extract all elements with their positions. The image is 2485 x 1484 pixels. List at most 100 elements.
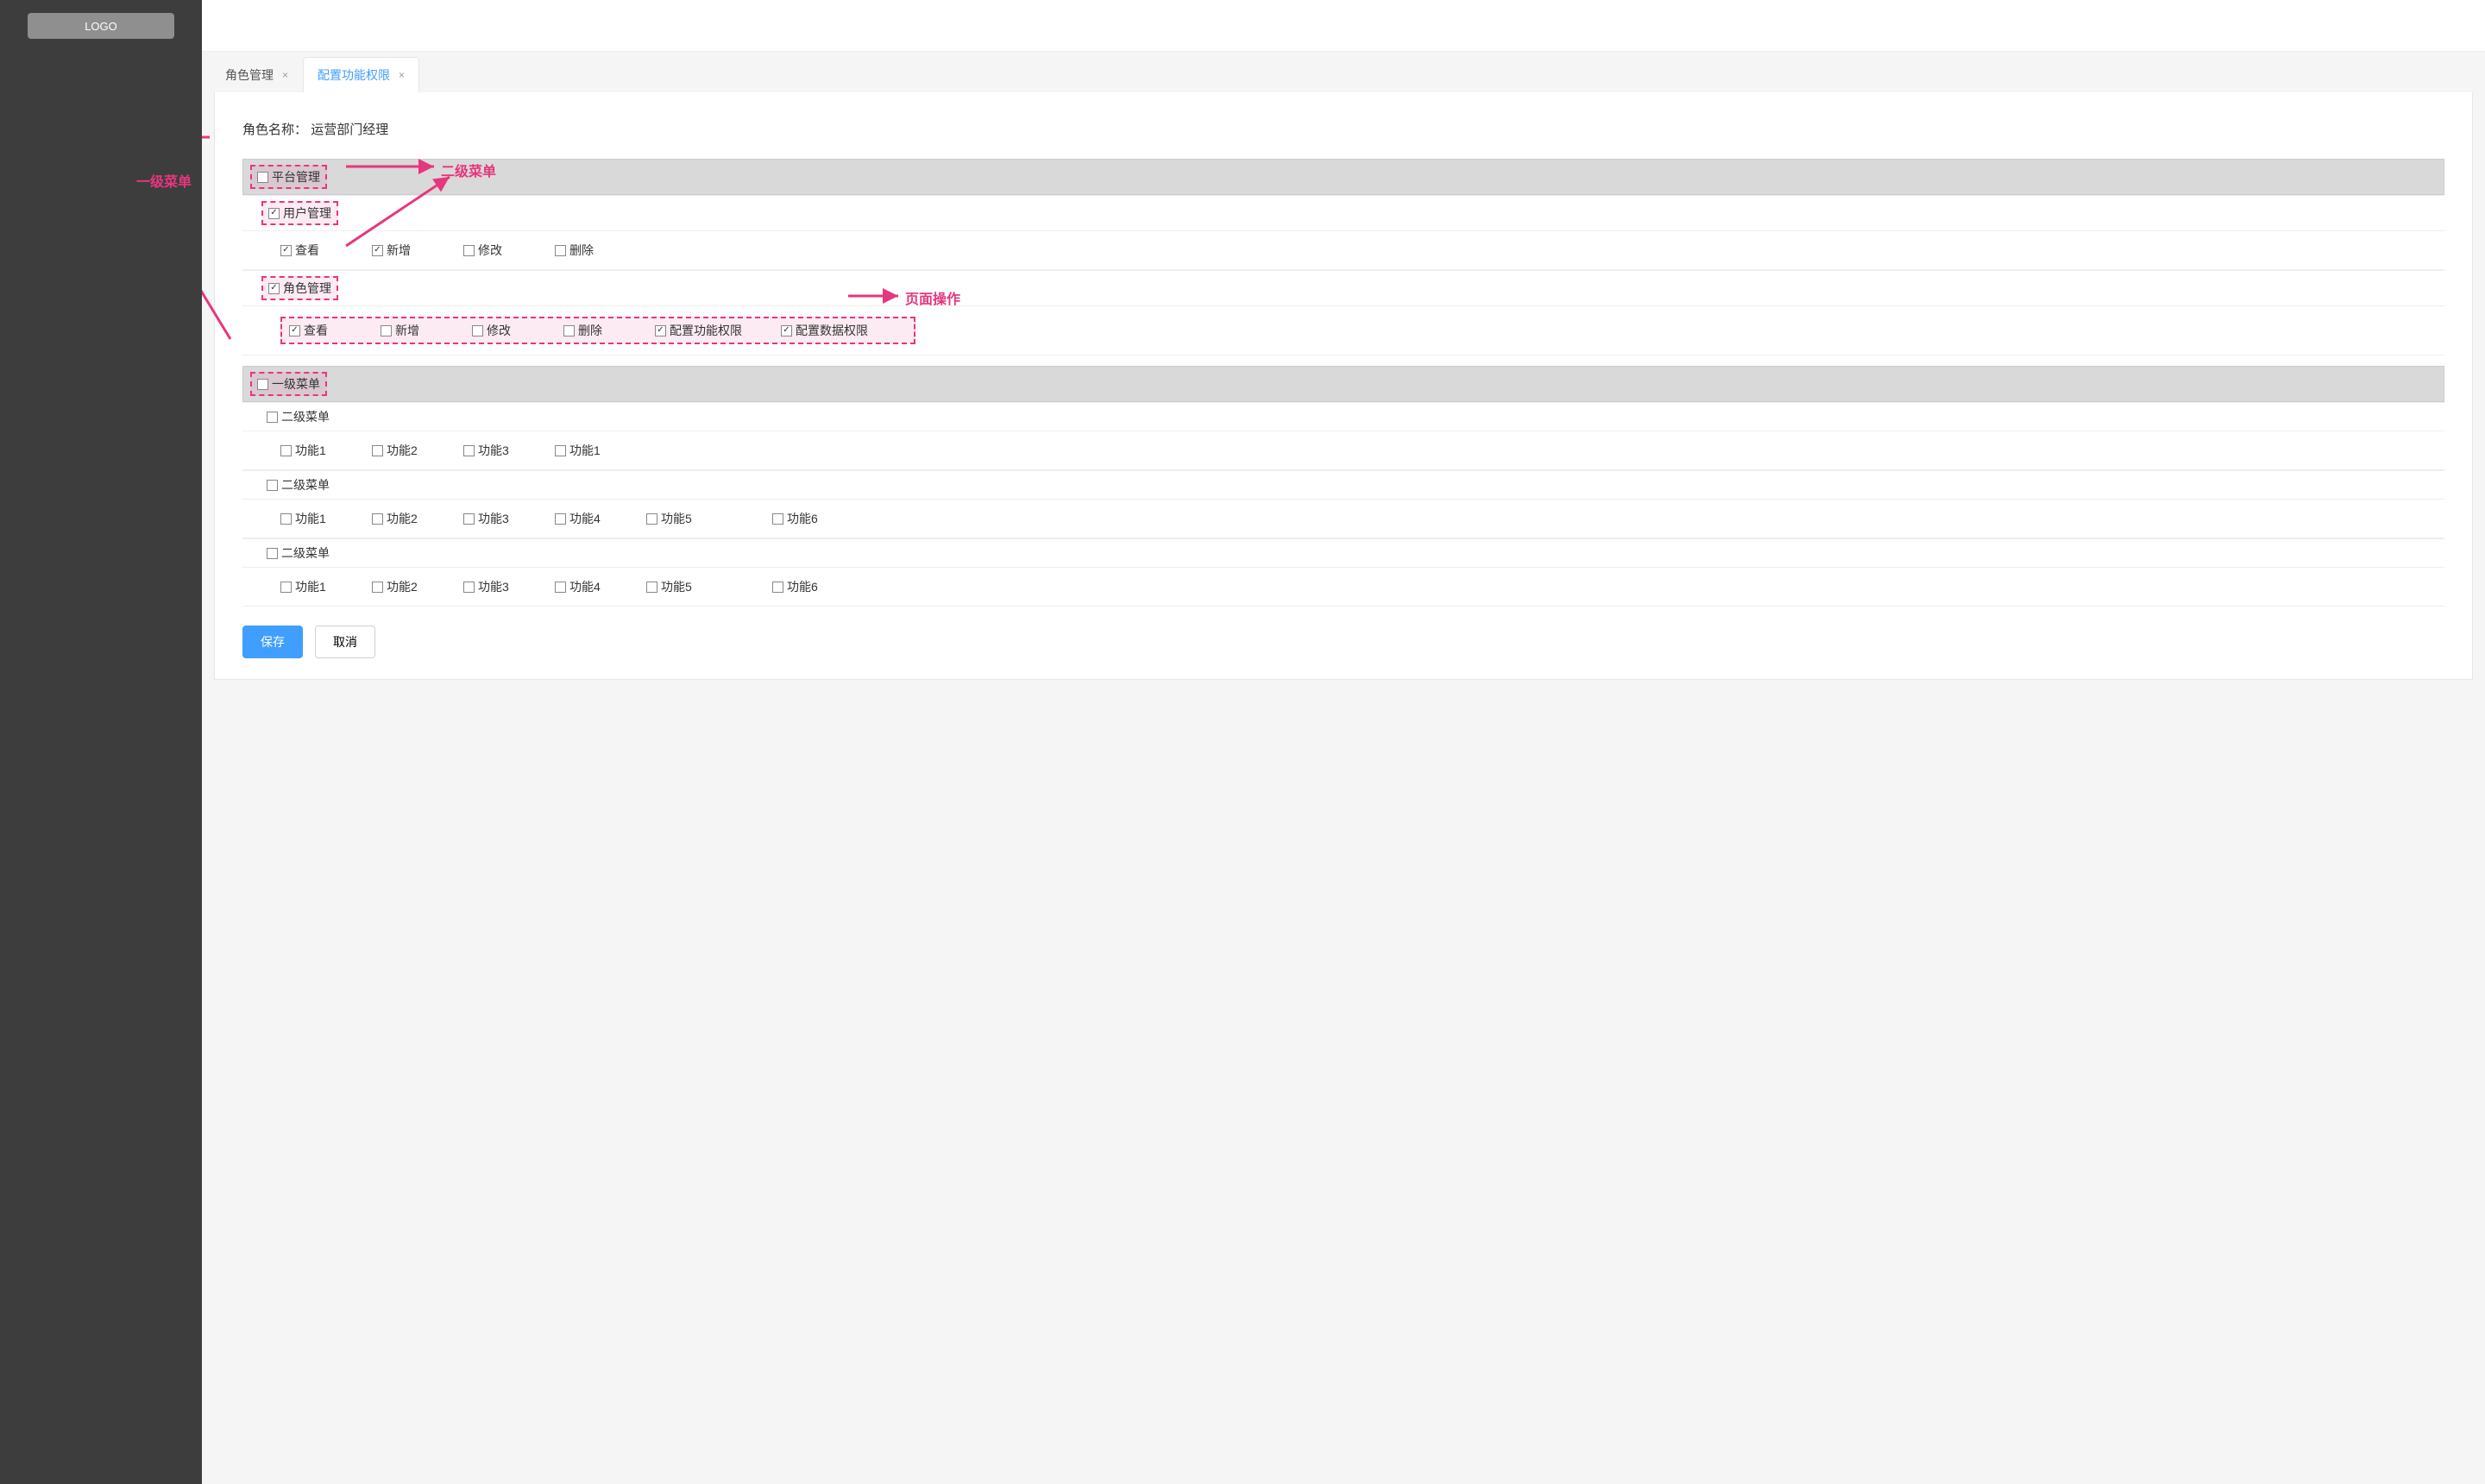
checkbox-icon[interactable] xyxy=(280,582,292,593)
checkbox-icon[interactable] xyxy=(555,245,566,256)
op-checkbox[interactable]: 删除 xyxy=(555,242,594,259)
checkbox-icon[interactable] xyxy=(289,325,300,336)
checkbox-icon[interactable] xyxy=(563,325,575,336)
op-checkbox[interactable]: 新增 xyxy=(372,242,411,259)
op-checkbox[interactable]: 查看 xyxy=(280,242,319,259)
checkbox-icon[interactable] xyxy=(772,582,783,593)
checkbox-icon[interactable] xyxy=(772,513,783,525)
op-checkbox[interactable]: 删除 xyxy=(563,322,602,339)
op-cell: 配置数据权限 xyxy=(781,322,907,339)
op-checkbox[interactable]: 功能4 xyxy=(555,578,601,595)
level2-row: 角色管理 xyxy=(242,270,2444,306)
ops-row: 功能1 功能2 功能3 功能4 功能5 功能6 xyxy=(242,500,2444,538)
tab-1[interactable]: 配置功能权限 × xyxy=(303,57,419,92)
op-checkbox[interactable]: 新增 xyxy=(381,322,419,339)
checkbox-icon[interactable] xyxy=(280,513,292,525)
checkbox-icon[interactable] xyxy=(267,548,278,559)
checkbox-label: 功能1 xyxy=(569,442,601,459)
op-checkbox[interactable]: 修改 xyxy=(463,242,502,259)
checkbox-label: 功能5 xyxy=(661,578,692,595)
op-cell: 功能2 xyxy=(372,510,463,527)
save-button[interactable]: 保存 xyxy=(242,626,303,658)
op-checkbox[interactable]: 功能5 xyxy=(646,578,692,595)
op-cell: 功能2 xyxy=(372,442,463,459)
level1-checkbox[interactable]: 平台管理 xyxy=(257,168,320,186)
op-cell: 功能3 xyxy=(463,510,555,527)
checkbox-icon[interactable] xyxy=(655,325,666,336)
op-checkbox[interactable]: 配置功能权限 xyxy=(655,322,742,339)
op-checkbox[interactable]: 查看 xyxy=(289,322,328,339)
checkbox-label: 删除 xyxy=(569,242,594,259)
checkbox-label: 新增 xyxy=(387,242,411,259)
op-checkbox[interactable]: 功能3 xyxy=(463,578,509,595)
checkbox-icon[interactable] xyxy=(257,172,268,183)
op-checkbox[interactable]: 功能1 xyxy=(280,578,326,595)
level2-checkbox[interactable]: 用户管理 xyxy=(268,204,331,222)
op-checkbox[interactable]: 功能2 xyxy=(372,578,418,595)
op-checkbox[interactable]: 功能3 xyxy=(463,510,509,527)
checkbox-icon[interactable] xyxy=(372,445,383,456)
op-cell: 新增 xyxy=(372,242,463,259)
checkbox-icon[interactable] xyxy=(646,582,657,593)
main: 角色管理×配置功能权限× 角色名称： 运营部门经理 平台管理用户管理查看新增修改… xyxy=(202,0,2485,1484)
op-cell: 功能6 xyxy=(772,578,898,595)
checkbox-icon[interactable] xyxy=(463,245,475,256)
tab-bar: 角色管理× 配置功能权限 × xyxy=(202,52,2485,92)
op-checkbox[interactable]: 功能6 xyxy=(772,510,818,527)
checkbox-icon[interactable] xyxy=(372,245,383,256)
tab-0[interactable]: 角色管理× xyxy=(211,57,303,92)
arrow-level1-2 xyxy=(202,135,232,343)
op-checkbox[interactable]: 功能3 xyxy=(463,442,509,459)
level1-checkbox[interactable]: 一级菜单 xyxy=(257,375,320,393)
checkbox-icon[interactable] xyxy=(555,445,566,456)
op-checkbox[interactable]: 功能1 xyxy=(280,510,326,527)
level2-checkbox[interactable]: 二级菜单 xyxy=(267,476,2432,494)
op-cell: 功能2 xyxy=(372,578,463,595)
checkbox-icon[interactable] xyxy=(280,445,292,456)
checkbox-icon[interactable] xyxy=(463,445,475,456)
checkbox-icon[interactable] xyxy=(268,208,280,219)
checkbox-label: 功能4 xyxy=(569,578,601,595)
op-cell: 删除 xyxy=(555,242,646,259)
op-checkbox[interactable]: 功能1 xyxy=(280,442,326,459)
checkbox-icon[interactable] xyxy=(472,325,483,336)
op-checkbox[interactable]: 功能2 xyxy=(372,442,418,459)
checkbox-label: 功能1 xyxy=(295,510,326,527)
checkbox-icon[interactable] xyxy=(268,283,280,294)
checkbox-icon[interactable] xyxy=(372,513,383,525)
checkbox-icon[interactable] xyxy=(381,325,392,336)
op-checkbox[interactable]: 功能2 xyxy=(372,510,418,527)
annotation-level1-label: 一级菜单 xyxy=(136,170,192,191)
sidebar: LOGO 一级菜单 xyxy=(0,0,202,1484)
panel: 角色名称： 运营部门经理 平台管理用户管理查看新增修改删除角色管理查看新增修改删… xyxy=(214,92,2473,680)
op-checkbox[interactable]: 修改 xyxy=(472,322,511,339)
level2-checkbox[interactable]: 角色管理 xyxy=(268,280,331,297)
checkbox-icon[interactable] xyxy=(555,513,566,525)
checkbox-icon[interactable] xyxy=(646,513,657,525)
permission-tree: 平台管理用户管理查看新增修改删除角色管理查看新增修改删除配置功能权限配置数据权限… xyxy=(242,159,2444,607)
role-line: 角色名称： 运营部门经理 xyxy=(242,120,2444,138)
close-icon[interactable]: × xyxy=(282,69,288,81)
close-icon[interactable]: × xyxy=(399,69,405,81)
checkbox-icon[interactable] xyxy=(280,245,292,256)
checkbox-icon[interactable] xyxy=(463,582,475,593)
cancel-button[interactable]: 取消 xyxy=(315,626,375,658)
level2-row: 二级菜单 xyxy=(242,538,2444,568)
checkbox-icon[interactable] xyxy=(555,582,566,593)
tab-label: 配置功能权限 xyxy=(318,66,390,84)
checkbox-icon[interactable] xyxy=(781,325,792,336)
checkbox-icon[interactable] xyxy=(372,582,383,593)
checkbox-label: 功能3 xyxy=(478,578,509,595)
level2-checkbox[interactable]: 二级菜单 xyxy=(267,408,2432,425)
op-checkbox[interactable]: 功能1 xyxy=(555,442,601,459)
level2-checkbox[interactable]: 二级菜单 xyxy=(267,544,2432,562)
checkbox-icon[interactable] xyxy=(463,513,475,525)
checkbox-icon[interactable] xyxy=(267,412,278,423)
checkbox-label: 角色管理 xyxy=(283,280,331,297)
checkbox-icon[interactable] xyxy=(267,480,278,491)
checkbox-icon[interactable] xyxy=(257,379,268,390)
op-checkbox[interactable]: 功能5 xyxy=(646,510,692,527)
op-checkbox[interactable]: 功能4 xyxy=(555,510,601,527)
op-checkbox[interactable]: 配置数据权限 xyxy=(781,322,868,339)
op-checkbox[interactable]: 功能6 xyxy=(772,578,818,595)
